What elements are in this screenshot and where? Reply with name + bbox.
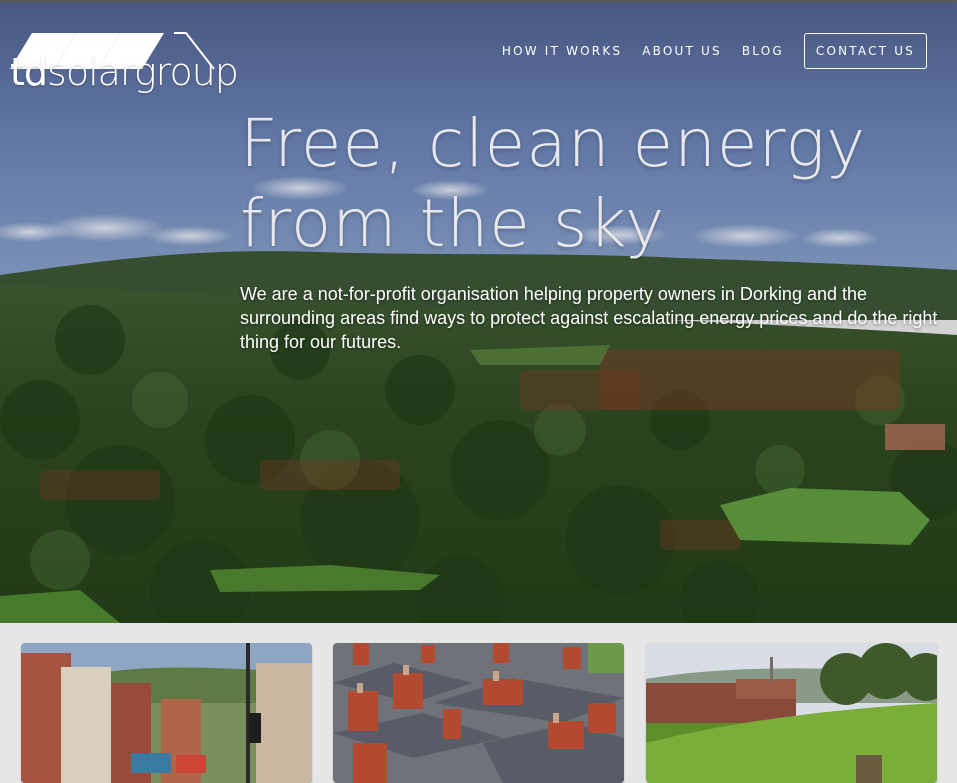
nav-about-us[interactable]: ABOUT US bbox=[632, 44, 732, 58]
nav-blog[interactable]: BLOG bbox=[732, 44, 794, 58]
hero-headline: Free, clean energy from the sky bbox=[240, 104, 940, 264]
card-rooftops[interactable] bbox=[333, 643, 624, 783]
card-rooftops-image bbox=[333, 643, 624, 783]
card-high-street[interactable] bbox=[21, 643, 312, 783]
card-park-view[interactable] bbox=[646, 643, 937, 783]
logo-wordmark[interactable]: tdsolargroup bbox=[10, 50, 239, 94]
contact-us-button[interactable]: CONTACT US bbox=[803, 33, 927, 69]
nav-how-it-works[interactable]: HOW IT WORKS bbox=[492, 44, 632, 58]
main-nav: HOW IT WORKS ABOUT US BLOG CONTACT US bbox=[492, 33, 927, 69]
hero-section: tdsolargroup HOW IT WORKS ABOUT US BLOG … bbox=[0, 0, 957, 623]
feature-cards bbox=[0, 623, 957, 783]
hero-headline-line1: Free, clean energy bbox=[240, 105, 867, 182]
hero-intro: We are a not-for-profit organisation hel… bbox=[240, 284, 938, 352]
hero-headline-line2: from the sky bbox=[240, 185, 666, 262]
card-park-view-image bbox=[646, 643, 937, 783]
top-border bbox=[0, 0, 957, 2]
logo-text-td: td bbox=[10, 50, 48, 94]
logo-text-solargroup: solargroup bbox=[47, 50, 239, 94]
card-high-street-image bbox=[21, 643, 312, 783]
